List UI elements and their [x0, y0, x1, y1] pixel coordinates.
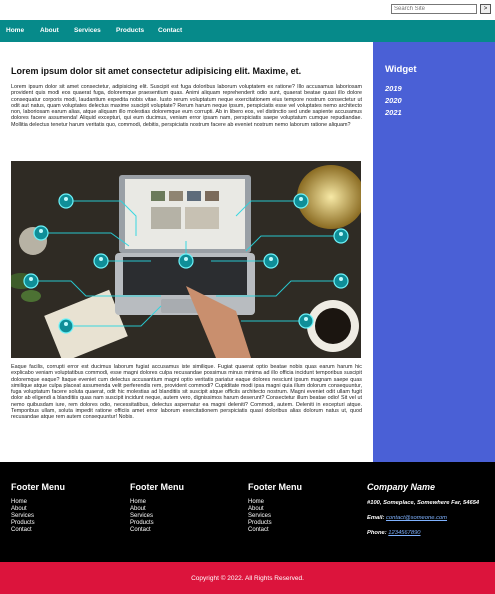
footer-menu-heading: Footer Menu	[130, 482, 184, 492]
phone-link[interactable]: 1234567890	[388, 530, 420, 536]
footer-link-products[interactable]: Products	[248, 520, 302, 527]
footer-link-products[interactable]: Products	[130, 520, 184, 527]
article-paragraph-2: Eaque facilis, corrupti error est ducimu…	[11, 364, 362, 421]
search-input[interactable]	[391, 4, 477, 14]
footer-link-home[interactable]: Home	[11, 499, 65, 506]
email-label: Email:	[367, 515, 385, 521]
widget-link-2021[interactable]: 2021	[385, 108, 402, 117]
footer-menu-1: Footer Menu Home About Services Products…	[11, 482, 65, 534]
widget-link-2020[interactable]: 2020	[385, 96, 402, 105]
footer-link-about[interactable]: About	[130, 506, 184, 513]
footer-link-home[interactable]: Home	[248, 499, 302, 506]
footer-menu-heading: Footer Menu	[248, 482, 302, 492]
company-phone-line: Phone: 1234567890	[367, 530, 485, 537]
footer-link-contact[interactable]: Contact	[130, 527, 184, 534]
nav-item-home[interactable]: Home	[6, 20, 24, 42]
footer-link-home[interactable]: Home	[130, 499, 184, 506]
company-email-line: Email: contact@someone.com	[367, 515, 485, 522]
nav-item-products[interactable]: Products	[116, 20, 144, 42]
footer-link-contact[interactable]: Contact	[11, 527, 65, 534]
footer-link-about[interactable]: About	[11, 506, 65, 513]
widget-link-2019[interactable]: 2019	[385, 84, 402, 93]
footer-link-about[interactable]: About	[248, 506, 302, 513]
article-paragraph-1: Lorem ipsum dolor sit amet consectetur, …	[11, 84, 362, 128]
laptop-network-illustration	[11, 161, 361, 358]
footer: Footer Menu Home About Services Products…	[0, 462, 495, 562]
copyright-text: Copyright © 2022. All Rights Reserved.	[191, 575, 304, 582]
company-address: #100, Someplace, Somewhere Far, 54654	[367, 500, 480, 506]
footer-menu-2: Footer Menu Home About Services Products…	[130, 482, 184, 534]
nav-item-about[interactable]: About	[40, 20, 59, 42]
phone-label: Phone:	[367, 530, 387, 536]
footer-link-contact[interactable]: Contact	[248, 527, 302, 534]
footer-link-services[interactable]: Services	[130, 513, 184, 520]
main-content: Lorem ipsum dolor sit amet consectetur a…	[0, 42, 373, 462]
nav-item-services[interactable]: Services	[74, 20, 101, 42]
sidebar-widget: Widget 2019 2020 2021	[373, 42, 495, 462]
email-link[interactable]: contact@someone.com	[386, 515, 447, 521]
copyright-bar: Copyright © 2022. All Rights Reserved.	[0, 562, 495, 594]
company-name: Company Name	[367, 482, 436, 492]
footer-company-info: Company Name #100, Someplace, Somewhere …	[367, 482, 485, 537]
main-nav: Home About Services Products Contact	[0, 20, 495, 42]
nav-item-contact[interactable]: Contact	[158, 20, 182, 42]
top-bar: >	[0, 0, 495, 20]
footer-menu-3: Footer Menu Home About Services Products…	[248, 482, 302, 534]
footer-link-services[interactable]: Services	[11, 513, 65, 520]
footer-menu-heading: Footer Menu	[11, 482, 65, 492]
footer-link-products[interactable]: Products	[11, 520, 65, 527]
search-button[interactable]: >	[480, 4, 491, 14]
footer-link-services[interactable]: Services	[248, 513, 302, 520]
article-image	[11, 161, 361, 358]
widget-title: Widget	[385, 64, 417, 75]
article-title: Lorem ipsum dolor sit amet consectetur a…	[11, 66, 302, 76]
